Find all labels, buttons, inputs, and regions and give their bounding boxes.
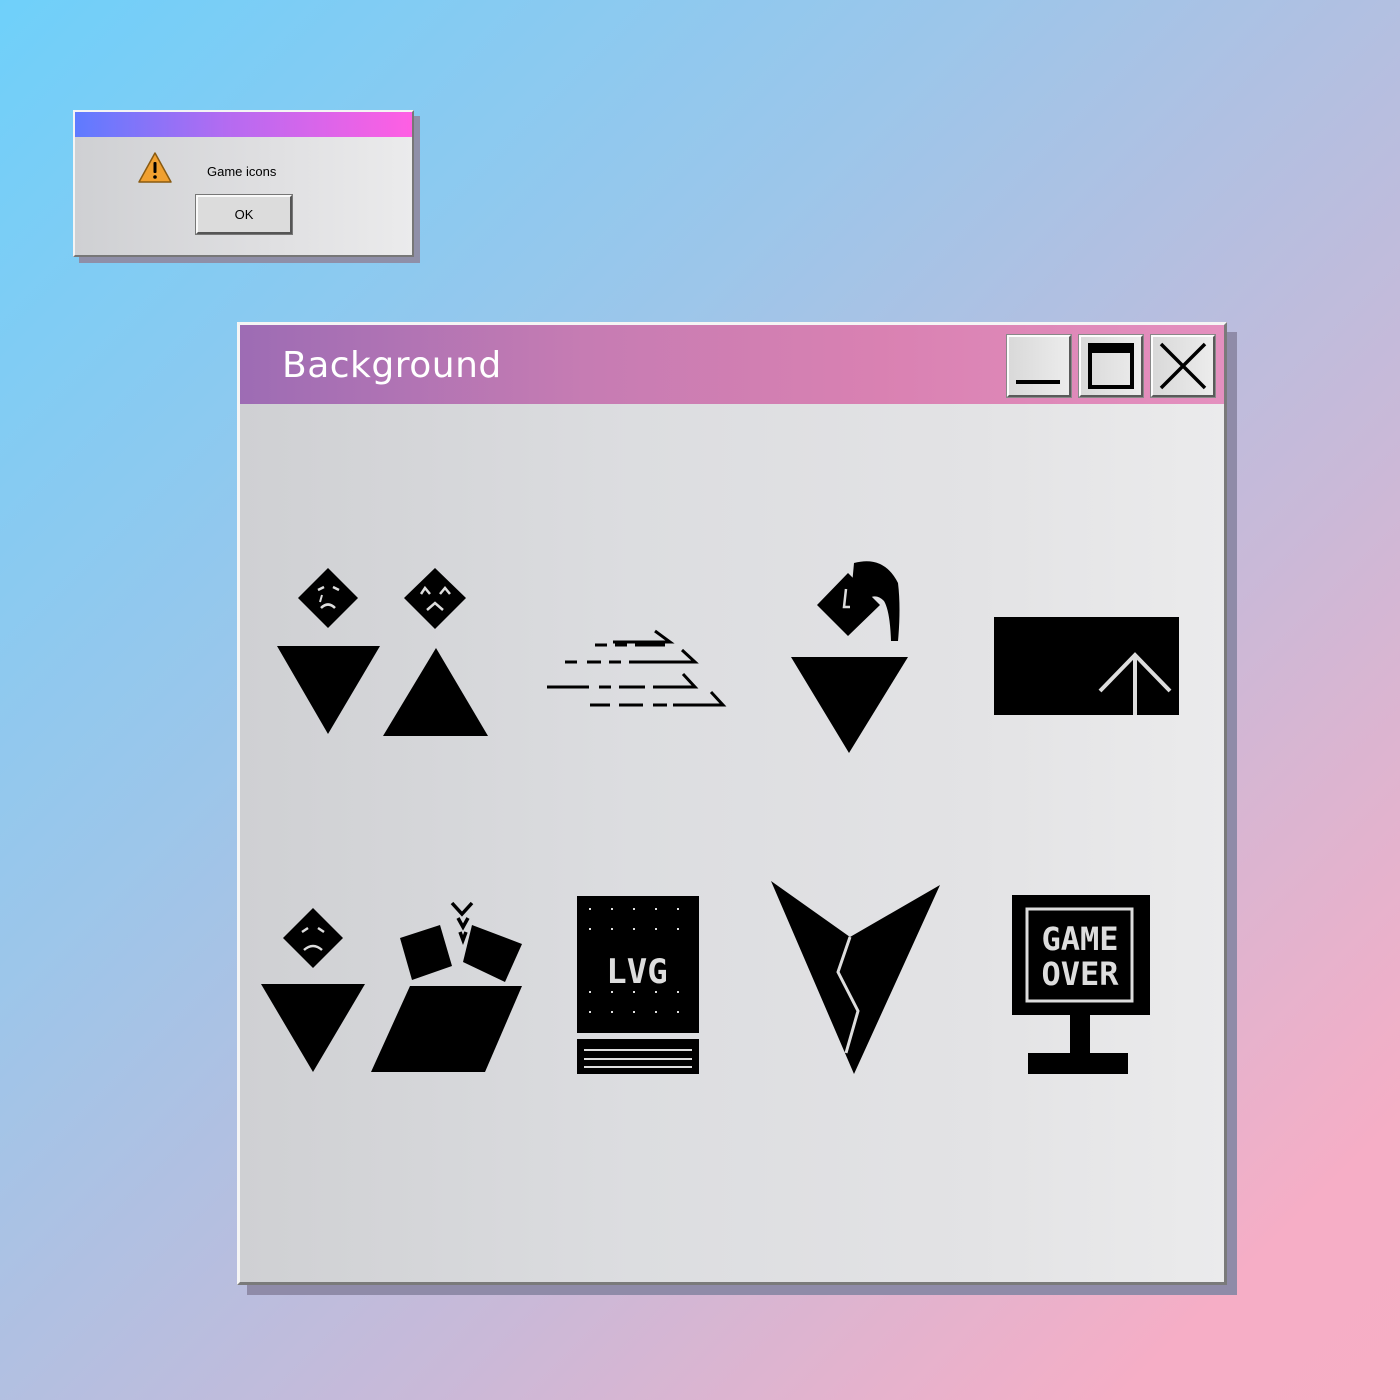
minimize-button[interactable] (1006, 334, 1072, 398)
level-up-panel-icon[interactable] (992, 615, 1182, 717)
maximize-button[interactable] (1078, 334, 1144, 398)
dialog-message: Game icons (207, 164, 277, 179)
ok-button[interactable]: OK (195, 194, 293, 235)
main-window: Background LVG GAME OVER (237, 322, 1227, 1285)
maximize-icon (1088, 343, 1134, 389)
arcade-cabinet-icon[interactable]: LVG (574, 893, 700, 1078)
speed-lines-icon[interactable] (545, 625, 730, 715)
sad-faces-triangles-icon[interactable] (275, 550, 495, 740)
defeated-diamond-triangle-icon[interactable] (788, 553, 913, 758)
minimize-icon (1016, 380, 1060, 384)
close-button[interactable] (1150, 334, 1216, 398)
close-icon (1159, 342, 1207, 390)
cabinet-text: LVG (606, 952, 667, 992)
broken-heart-chevron-icon[interactable] (768, 878, 943, 1078)
game-over-sign-icon[interactable]: GAME OVER (1010, 890, 1155, 1075)
sign-text-line-2: OVER (1041, 955, 1119, 993)
alert-dialog: Game icons OK (73, 110, 414, 257)
sad-face-broken-blocks-icon[interactable] (260, 900, 530, 1080)
window-titlebar[interactable]: Background (240, 325, 1224, 404)
sign-text-line-1: GAME (1041, 920, 1118, 958)
dialog-titlebar[interactable] (75, 112, 412, 137)
warning-icon (137, 150, 173, 186)
window-title: Background (282, 345, 502, 386)
